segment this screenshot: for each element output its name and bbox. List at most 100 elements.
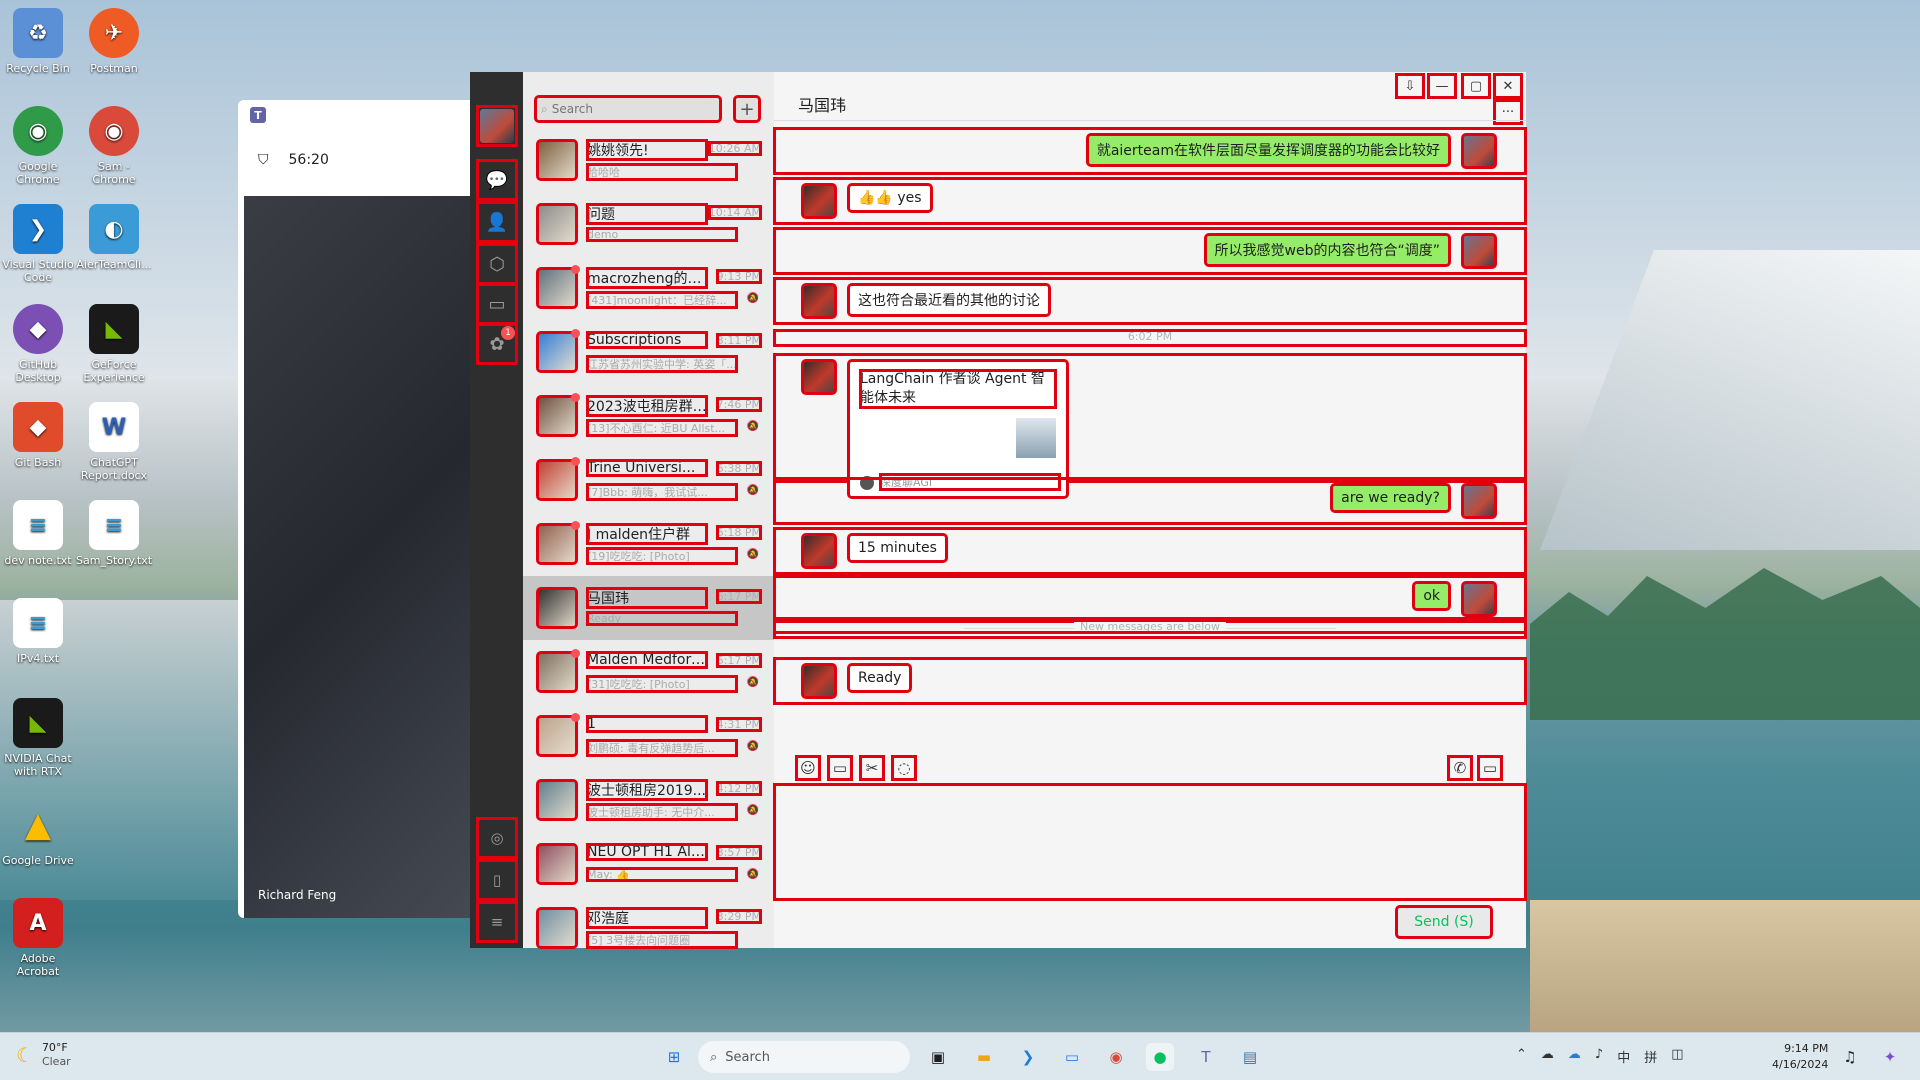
received-message[interactable]: Ready — [846, 663, 913, 693]
received-message[interactable]: 这也符合最近看的其他的讨论 — [847, 283, 1051, 317]
ime-mode[interactable]: 中 — [1617, 1047, 1630, 1066]
contact-avatar[interactable] — [801, 359, 837, 395]
chat-icon[interactable]: 💬 — [476, 159, 518, 201]
chat-list-item[interactable]: 马国玮 6:17 PM Ready — [523, 576, 774, 640]
sent-message[interactable]: 所以我感觉web的内容也符合“调度” — [1203, 233, 1452, 267]
chat-avatar — [536, 587, 578, 629]
sent-message[interactable]: ok — [1412, 581, 1451, 611]
minimize-icon[interactable]: — — [1427, 73, 1457, 99]
chat-list-item[interactable]: Subscriptions 8:11 PM 江苏省苏州实验中学: 英姿「... — [523, 320, 774, 384]
mini-programs-icon[interactable]: ◎ — [476, 817, 518, 859]
chat-name: Subscriptions — [586, 331, 708, 349]
system-tray: ⌃ ☁ ☁ ♪ 中 拼 ◫ — [1516, 1047, 1684, 1066]
desktop-icon-ipv4[interactable]: ≡ IPv4.txt — [0, 598, 76, 665]
my-avatar[interactable] — [1461, 133, 1497, 169]
profile-avatar[interactable] — [476, 105, 518, 147]
contact-avatar[interactable] — [801, 663, 837, 699]
copilot-icon[interactable]: ✦ — [1876, 1043, 1904, 1071]
desktop-icon-github-desktop[interactable]: ◆ GitHub Desktop — [0, 304, 76, 384]
add-chat-button[interactable]: + — [733, 95, 761, 123]
folder-icon[interactable]: ▭ — [827, 755, 853, 781]
menu-icon[interactable]: ≡ — [476, 901, 518, 943]
remote-desktop-icon[interactable]: ▭ — [1058, 1043, 1086, 1071]
vscode-taskbar-icon[interactable]: ❯ — [1014, 1043, 1042, 1071]
chat-history-icon[interactable]: ◌ — [891, 755, 917, 781]
emoji-icon[interactable]: ☺ — [795, 755, 821, 781]
chat-list-item[interactable]: 问题 10:14 AM demo — [523, 192, 774, 256]
pin-icon[interactable]: ⇩ — [1395, 73, 1425, 99]
chat-list-item[interactable]: NEU OPT H1 Alu... 3:57 PM May: 👍 🔕 — [523, 832, 774, 896]
chat-list-item[interactable]: Trine Universi... 6:38 PM [7]Bbb: 萌嗨，我试试..… — [523, 448, 774, 512]
teams-taskbar-icon[interactable]: T — [1192, 1043, 1220, 1071]
chat-list-item[interactable]: 波士顿租房2019... 4:12 PM 波士顿租房助手: 无中介... 🔕 — [523, 768, 774, 832]
sent-message[interactable]: are we ready? — [1330, 483, 1451, 513]
wechat-taskbar-icon[interactable]: ● — [1146, 1043, 1174, 1071]
chat-preview: [13]不心酉仁: 近BU Allst... — [586, 419, 738, 437]
desktop-icon-postman[interactable]: ✈ Postman — [76, 8, 152, 75]
search-box[interactable]: ⌕ — [534, 95, 722, 123]
desktop-icon-chatgpt-report[interactable]: W ChatGPT Report.docx — [76, 402, 152, 482]
favorites-icon[interactable]: ⬡ — [476, 243, 518, 285]
desktop-icon-git-bash[interactable]: ◆ Git Bash — [0, 402, 76, 469]
desktop-icon-dev-note[interactable]: ≡ dev note.txt — [0, 500, 76, 567]
notification-bell-icon[interactable]: ♫ — [1836, 1043, 1864, 1071]
voice-call-icon[interactable]: ✆ — [1447, 755, 1473, 781]
contact-avatar[interactable] — [801, 533, 837, 569]
desktop-icon-sam-story[interactable]: ≡ Sam_Story.txt — [76, 500, 152, 567]
desktop-icon-aierteam[interactable]: ◐ AierTeamCli... — [76, 204, 152, 271]
chat-list-item[interactable]: 邓浩庭 3:29 PM [5] 3号楼去向问题圈 — [523, 896, 774, 960]
desktop-icon-vscode[interactable]: ❯ Visual Studio Code — [0, 204, 76, 284]
chat-list-item[interactable]: Malden Medford... 6:17 PM [31]吃吃吃: [Photo]… — [523, 640, 774, 704]
desktop-icon-sam-chrome[interactable]: ◉ Sam - Chrome — [76, 106, 152, 186]
microphone-icon[interactable]: ♪ — [1595, 1047, 1603, 1066]
chevron-up-icon[interactable]: ⌃ — [1516, 1047, 1527, 1066]
desktop-icon-adobe-acrobat[interactable]: A Adobe Acrobat — [0, 898, 76, 978]
desktop-icon-google-drive[interactable]: ▲ Google Drive — [0, 800, 76, 868]
video-call-icon[interactable]: ▭ — [1477, 755, 1503, 781]
muted-icon: 🔕 — [746, 485, 759, 496]
desktop-icon-nvidia-chat[interactable]: ◣ NVIDIA Chat with RTX — [0, 698, 76, 778]
chat-list-item[interactable]: 姚姚领先! 10:26 AM 哈哈哈 — [523, 128, 774, 192]
weather-widget[interactable]: ☾ 70°F Clear — [16, 1041, 71, 1069]
postman-icon: ✈ — [89, 8, 139, 58]
contact-avatar[interactable] — [801, 183, 837, 219]
chat-list-item[interactable]: 2023波屯租房群1... 7:46 PM [13]不心酉仁: 近BU Allst.… — [523, 384, 774, 448]
received-message[interactable]: 15 minutes — [847, 533, 948, 563]
clock[interactable]: 9:14 PM 4/16/2024 — [1772, 1041, 1828, 1073]
message-input[interactable] — [773, 783, 1527, 901]
chat-panel: 马国玮 ⇩ — ▢ ✕ ··· 就aierteam在软件层面尽量发挥调度器的功能… — [773, 72, 1527, 948]
phone-icon[interactable]: ▯ — [476, 859, 518, 901]
chat-list-item[interactable]: J malden住户群 6:18 PM [19]吃吃吃: [Photo] 🔕 — [523, 512, 774, 576]
my-avatar[interactable] — [1461, 233, 1497, 269]
header-divider — [774, 120, 1526, 121]
received-message[interactable]: 👍👍 yes — [847, 183, 933, 213]
close-icon[interactable]: ✕ — [1493, 73, 1523, 99]
chat-list-item[interactable]: 1 4:31 PM 刘鹏硕: 毒有反弹趋势后... 🔕 — [523, 704, 774, 768]
chat-list-item[interactable]: macrozheng的技... 9:13 PM [431]moonlight：已经辞… — [523, 256, 774, 320]
chrome-taskbar-icon[interactable]: ◉ — [1102, 1043, 1130, 1071]
moments-icon[interactable]: ✿ 1 — [476, 323, 518, 365]
my-avatar[interactable] — [1461, 483, 1497, 519]
files-icon[interactable]: ▭ — [476, 283, 518, 325]
ime-pinyin[interactable]: 拼 — [1644, 1047, 1657, 1066]
contacts-icon[interactable]: 👤 — [476, 201, 518, 243]
moon-icon: ☾ — [16, 1043, 34, 1067]
desktop-icon-google-chrome[interactable]: ◉ Google Chrome — [0, 106, 76, 186]
app-taskbar-icon[interactable]: ▤ — [1236, 1043, 1264, 1071]
start-icon[interactable]: ⊞ — [660, 1043, 688, 1071]
desktop-icon-recycle-bin[interactable]: ♻ Recycle Bin — [0, 8, 76, 75]
task-view-icon[interactable]: ▣ — [924, 1043, 952, 1071]
scissors-icon[interactable]: ✂ — [859, 755, 885, 781]
taskbar-search[interactable]: ⌕ Search — [698, 1041, 910, 1073]
network-icon[interactable]: ◫ — [1671, 1047, 1683, 1066]
cloud-icon[interactable]: ☁ — [1541, 1047, 1554, 1066]
search-input[interactable] — [551, 102, 702, 116]
onedrive-icon[interactable]: ☁ — [1568, 1047, 1581, 1066]
my-avatar[interactable] — [1461, 581, 1497, 617]
contact-avatar[interactable] — [801, 283, 837, 319]
sent-message[interactable]: 就aierteam在软件层面尽量发挥调度器的功能会比较好 — [1085, 133, 1452, 167]
send-button[interactable]: Send (S) — [1395, 905, 1493, 939]
file-explorer-icon[interactable]: ▬ — [970, 1043, 998, 1071]
desktop-icon-geforce[interactable]: ◣ GeForce Experience — [76, 304, 152, 384]
maximize-icon[interactable]: ▢ — [1461, 73, 1491, 99]
